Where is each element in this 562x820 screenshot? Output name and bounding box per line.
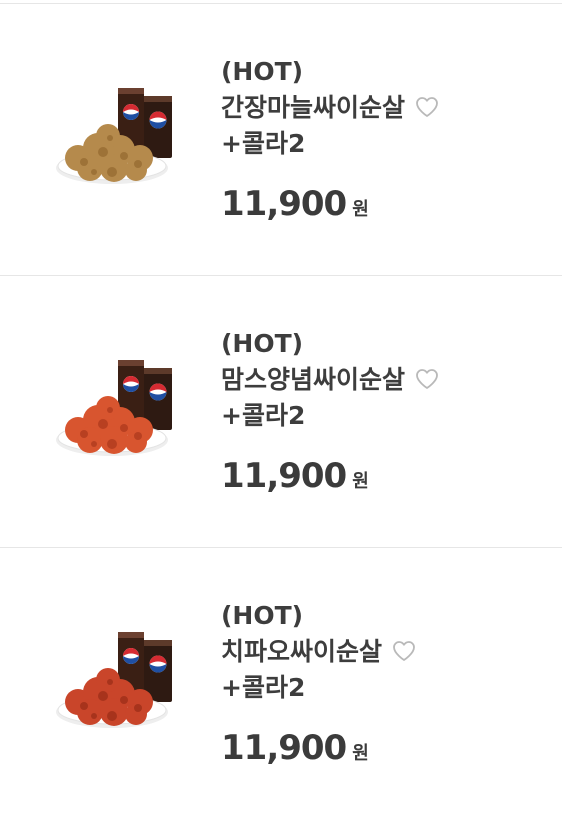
product-name-line-2-row: 치파오싸이순살 <box>221 634 541 670</box>
product-name[interactable]: (HOT) 치파오싸이순살 +콜라2 <box>221 598 541 706</box>
product-price: 11,900 <box>221 184 347 224</box>
price-row: 11,900 원 <box>221 456 369 496</box>
product-name-line-2: 치파오싸이순살 <box>221 637 383 666</box>
product-name[interactable]: (HOT) 맘스양념싸이순살 +콜라2 <box>221 326 541 434</box>
currency-label: 원 <box>352 199 369 220</box>
product-name-line-2: 간장마늘싸이순살 <box>221 93 406 122</box>
currency-label: 원 <box>352 471 369 492</box>
product-list-item[interactable]: (HOT) 맘스양념싸이순살 +콜라2 11,900 원 <box>0 276 562 548</box>
product-image <box>56 632 172 728</box>
product-list-item[interactable]: (HOT) 간장마늘싸이순살 +콜라2 11,900 원 <box>0 4 562 276</box>
price-row: 11,900 원 <box>221 728 369 768</box>
product-name-line-2-row: 맘스양념싸이순살 <box>221 362 541 398</box>
heart-outline-icon[interactable] <box>392 640 416 662</box>
product-name-line-3: +콜라2 <box>221 401 306 430</box>
product-name-line-2-row: 간장마늘싸이순살 <box>221 90 541 126</box>
product-image <box>56 88 172 184</box>
heart-outline-icon[interactable] <box>415 368 439 390</box>
product-name-line-1: (HOT) <box>221 329 304 358</box>
product-name[interactable]: (HOT) 간장마늘싸이순살 +콜라2 <box>221 54 541 162</box>
product-name-line-1: (HOT) <box>221 601 304 630</box>
product-image <box>56 360 172 456</box>
product-name-line-3: +콜라2 <box>221 129 306 158</box>
product-name-line-3: +콜라2 <box>221 673 306 702</box>
currency-label: 원 <box>352 743 369 764</box>
product-price: 11,900 <box>221 456 347 496</box>
product-name-line-1: (HOT) <box>221 57 304 86</box>
heart-outline-icon[interactable] <box>415 96 439 118</box>
product-list-item[interactable]: (HOT) 치파오싸이순살 +콜라2 11,900 원 <box>0 548 562 820</box>
product-price: 11,900 <box>221 728 347 768</box>
price-row: 11,900 원 <box>221 184 369 224</box>
product-name-line-2: 맘스양념싸이순살 <box>221 365 406 394</box>
